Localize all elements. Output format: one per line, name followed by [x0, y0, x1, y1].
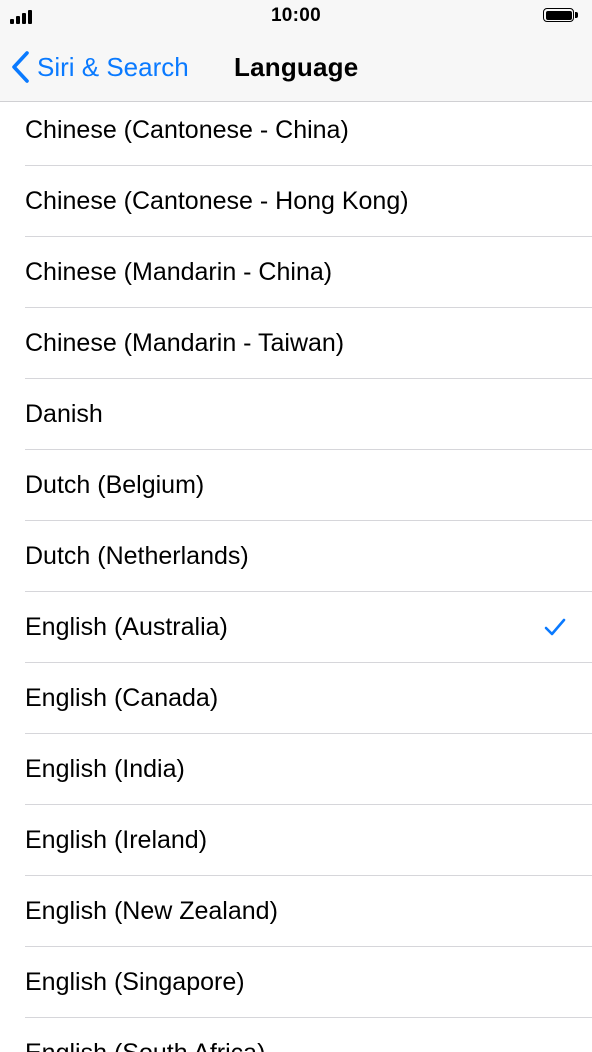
chevron-left-icon — [12, 51, 29, 83]
language-label: Chinese (Cantonese - China) — [25, 116, 349, 144]
language-row[interactable]: Dutch (Netherlands) — [0, 521, 592, 592]
language-row[interactable]: English (Singapore) — [0, 947, 592, 1018]
language-label: English (South Africa) — [25, 1018, 265, 1052]
checkmark-icon — [544, 618, 566, 636]
language-label: English (Singapore) — [25, 968, 245, 996]
language-label: Dutch (Belgium) — [25, 471, 205, 499]
language-label: Chinese (Cantonese - Hong Kong) — [25, 187, 409, 215]
status-time: 10:00 — [270, 5, 322, 26]
language-row[interactable]: Chinese (Mandarin - China) — [0, 237, 592, 308]
language-list: Chinese (Cantonese - China) Chinese (Can… — [0, 95, 592, 1052]
language-label: Danish — [25, 400, 103, 428]
language-row[interactable]: Dutch (Belgium) — [0, 450, 592, 521]
language-label: English (New Zealand) — [25, 897, 278, 925]
language-label: English (Ireland) — [25, 826, 208, 854]
back-button-label: Siri & Search — [37, 51, 189, 82]
language-row-selected[interactable]: English (Australia) — [0, 592, 592, 663]
battery-icon — [543, 8, 579, 25]
language-row[interactable]: Chinese (Mandarin - Taiwan) — [0, 308, 592, 379]
language-label: Chinese (Mandarin - China) — [25, 258, 333, 286]
language-label: English (Canada) — [25, 684, 219, 712]
status-bar: 10:00 — [0, 0, 592, 34]
language-label: English (Australia) — [25, 613, 228, 641]
language-label: Dutch (Netherlands) — [25, 542, 249, 570]
language-row[interactable]: Chinese (Cantonese - Hong Kong) — [0, 166, 592, 237]
language-label: English (India) — [25, 755, 185, 783]
language-row[interactable]: Danish — [0, 379, 592, 450]
back-button[interactable]: Siri & Search — [10, 48, 189, 86]
language-row[interactable]: English (India) — [0, 734, 592, 805]
language-row[interactable]: English (Ireland) — [0, 805, 592, 876]
language-row[interactable]: English (New Zealand) — [0, 876, 592, 947]
language-row[interactable]: English (South Africa) — [0, 1018, 592, 1052]
language-row[interactable]: English (Canada) — [0, 663, 592, 734]
page-title: Language — [234, 52, 359, 82]
language-row[interactable]: Chinese (Cantonese - China) — [0, 95, 592, 166]
language-label: Chinese (Mandarin - Taiwan) — [25, 329, 345, 357]
navigation-bar: Siri & Search Language — [0, 34, 592, 102]
